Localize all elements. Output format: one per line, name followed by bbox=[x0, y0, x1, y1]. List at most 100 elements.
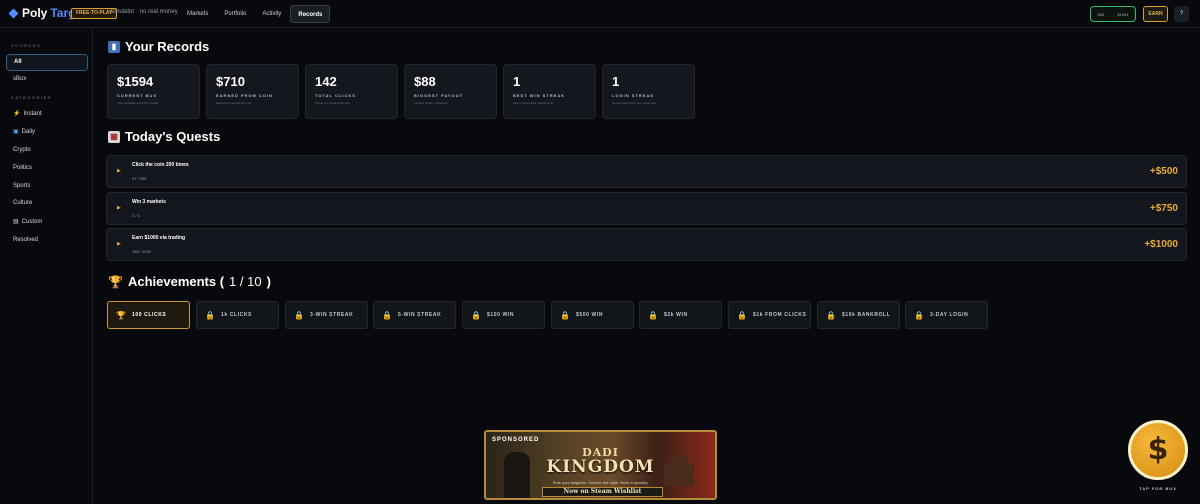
sidebar-item-label: Crypto bbox=[13, 147, 31, 153]
sidebar-item-label: Culture bbox=[13, 200, 33, 206]
quests-title: ▦ Today's Quests bbox=[108, 129, 220, 144]
stat-card-current-bux: $1594 CURRENT BUX Your available spendin… bbox=[107, 64, 200, 119]
lock-icon: 🔒 bbox=[205, 310, 215, 320]
balance-display[interactable]: $88 $1594 bbox=[1090, 6, 1136, 22]
bar-chart-icon: ▮ bbox=[108, 40, 120, 53]
quest-row[interactable]: ▶ Win 3 markets 2 / 3 +$750 bbox=[106, 192, 1187, 225]
stat-card-total-clicks: 142 TOTAL CLICKS Times you tapped the co… bbox=[305, 64, 398, 119]
achievement-1k-clicks[interactable]: 🔒 1k CLICKS bbox=[196, 301, 279, 329]
sidebar-item-label: Sports bbox=[13, 183, 31, 189]
quest-reward: +$1000 bbox=[1144, 239, 1178, 250]
stat-subtext: Your available spending credits bbox=[117, 101, 159, 105]
quest-progress: 155 / 1000 bbox=[132, 249, 151, 254]
stat-value: $1594 bbox=[117, 74, 154, 89]
stat-card-biggest-payout: $88 BIGGEST PAYOUT Largest single market… bbox=[404, 64, 497, 119]
stat-card-login-streak: 1 LOGIN STREAK Consecutive days you came… bbox=[602, 64, 695, 119]
ad-title-line2: KINGDOM bbox=[546, 457, 655, 477]
stat-value: $88 bbox=[414, 74, 436, 89]
expand-arrow-icon[interactable]: ▶ bbox=[117, 205, 121, 211]
sidebar-item-daily[interactable]: ▣ Daily bbox=[6, 124, 88, 141]
sidebar-item-sbox[interactable]: sBox bbox=[6, 71, 88, 88]
stat-card-earned-from-coin: $710 EARNED FROM COIN Earned by tapping … bbox=[206, 64, 299, 119]
stat-card-best-win-streak: 1 BEST WIN STREAK Most consecutive marke… bbox=[503, 64, 596, 119]
stat-label: CURRENT BUX bbox=[117, 93, 158, 98]
sponsored-label: SPONSORED bbox=[492, 437, 540, 443]
lock-icon: 🔒 bbox=[737, 310, 747, 320]
sponsored-ad-banner[interactable]: SPONSORED DADI KINGDOM Rule your kingdom… bbox=[484, 430, 717, 500]
achievement-label: 3-WIN STREAK bbox=[310, 312, 354, 318]
tap-coin-label: TAP FOR BUX bbox=[1139, 486, 1177, 491]
stat-value: 1 bbox=[513, 74, 521, 89]
achievement-label: $1k FROM CLICKS bbox=[753, 312, 807, 318]
balance-b: $1594 bbox=[1117, 11, 1129, 17]
sidebar-item-all[interactable]: All bbox=[6, 54, 88, 71]
sidebar-item-crypto[interactable]: Crypto bbox=[6, 142, 88, 159]
nav-portfolio[interactable]: Portfolio bbox=[217, 5, 253, 23]
sidebar-item-culture[interactable]: Culture bbox=[6, 195, 88, 212]
lock-icon: 🔒 bbox=[382, 310, 392, 320]
stat-subtext: Times you tapped the coin bbox=[315, 101, 351, 105]
achievements-title: 🏆 Achievements (1 / 10) bbox=[108, 274, 271, 289]
sidebar-item-politics[interactable]: Politics bbox=[6, 160, 88, 177]
quest-reward: +$750 bbox=[1149, 203, 1178, 214]
achievement-500-win[interactable]: 🔒 $500 WIN bbox=[551, 301, 634, 329]
trophy-icon: 🏆 bbox=[116, 310, 126, 320]
calendar-icon: ▣ bbox=[13, 129, 19, 135]
quests-title-text: Today's Quests bbox=[125, 129, 221, 144]
achievement-3-win-streak[interactable]: 🔒 3-WIN STREAK bbox=[285, 301, 368, 329]
nav-markets[interactable]: Markets bbox=[180, 5, 215, 23]
logo-poly: Poly bbox=[22, 6, 48, 20]
trophy-icon: 🏆 bbox=[108, 274, 123, 289]
achievements-title-suffix: ) bbox=[266, 274, 271, 289]
logo-diamond-icon bbox=[8, 8, 19, 18]
tap-coin-button[interactable]: $ bbox=[1128, 420, 1188, 480]
quest-title: Click the coin 200 times bbox=[132, 162, 189, 168]
top-bar: Poly Target FREE-TO-PLAY simulator · no … bbox=[0, 0, 1200, 28]
stat-label: BIGGEST PAYOUT bbox=[414, 93, 464, 98]
quest-reward: +$500 bbox=[1149, 166, 1178, 177]
achievement-label: $10k BANKROLL bbox=[842, 312, 891, 318]
achievement-100-clicks[interactable]: 🏆 100 CLICKS bbox=[107, 301, 190, 329]
lock-icon: 🔒 bbox=[826, 310, 836, 320]
quest-row[interactable]: ▶ Click the coin 200 times 97 / 200 +$50… bbox=[106, 155, 1187, 188]
achievement-10k-bankroll[interactable]: 🔒 $10k BANKROLL bbox=[817, 301, 900, 329]
help-button[interactable]: ? bbox=[1174, 6, 1189, 22]
expand-arrow-icon[interactable]: ▶ bbox=[117, 168, 121, 174]
achievement-label: $2k WIN bbox=[664, 312, 688, 318]
achievement-1k-from-clicks[interactable]: 🔒 $1k FROM CLICKS bbox=[728, 301, 811, 329]
sidebar-item-label: Politics bbox=[13, 165, 33, 171]
quest-row[interactable]: ▶ Earn $1000 via trading 155 / 1000 +$10… bbox=[106, 228, 1187, 261]
stat-value: 1 bbox=[612, 74, 620, 89]
achievement-label: $100 WIN bbox=[487, 312, 515, 318]
ad-cta-button[interactable]: Now on Steam Wishlist bbox=[542, 487, 663, 497]
nav-activity[interactable]: Activity bbox=[255, 5, 288, 23]
stat-label: TOTAL CLICKS bbox=[315, 93, 356, 98]
sidebar-item-resolved[interactable]: Resolved bbox=[6, 232, 88, 249]
lock-icon: 🔒 bbox=[560, 310, 570, 320]
stat-value: 142 bbox=[315, 74, 337, 89]
achievement-100-win[interactable]: 🔒 $100 WIN bbox=[462, 301, 545, 329]
calendar-icon: ▦ bbox=[108, 130, 120, 143]
sidebar-item-label: Daily bbox=[21, 129, 36, 135]
stat-subtext: Consecutive days you came back bbox=[612, 101, 657, 105]
stat-label: LOGIN STREAK bbox=[612, 93, 655, 98]
achievement-5-win-streak[interactable]: 🔒 5-WIN STREAK bbox=[373, 301, 456, 329]
lock-icon: 🔒 bbox=[914, 310, 924, 320]
earn-button[interactable]: EARN bbox=[1143, 6, 1168, 22]
records-title-text: Your Records bbox=[125, 39, 210, 54]
balance-a: $88 bbox=[1097, 11, 1105, 17]
expand-arrow-icon[interactable]: ▶ bbox=[117, 241, 121, 247]
records-title: ▮ Your Records bbox=[108, 39, 209, 54]
sidebar-item-instant[interactable]: ⚡ Instant bbox=[6, 106, 88, 123]
lightning-icon: ⚡ bbox=[13, 111, 21, 117]
achievement-label: 1k CLICKS bbox=[221, 312, 252, 318]
ad-tagline: Rule your kingdom. Survive the night. Bu… bbox=[552, 480, 649, 485]
sidebar-item-label: All bbox=[14, 59, 22, 65]
sidebar-item-custom[interactable]: ▤ Custom bbox=[6, 214, 88, 231]
sidebar-item-sports[interactable]: Sports bbox=[6, 178, 88, 195]
document-icon: ▤ bbox=[13, 219, 19, 225]
nav-records[interactable]: Records bbox=[290, 5, 331, 23]
achievement-2k-win[interactable]: 🔒 $2k WIN bbox=[639, 301, 722, 329]
stat-subtext: Most consecutive market wins bbox=[513, 101, 554, 105]
achievement-3-day-login[interactable]: 🔒 3-DAY LOGIN bbox=[905, 301, 988, 329]
